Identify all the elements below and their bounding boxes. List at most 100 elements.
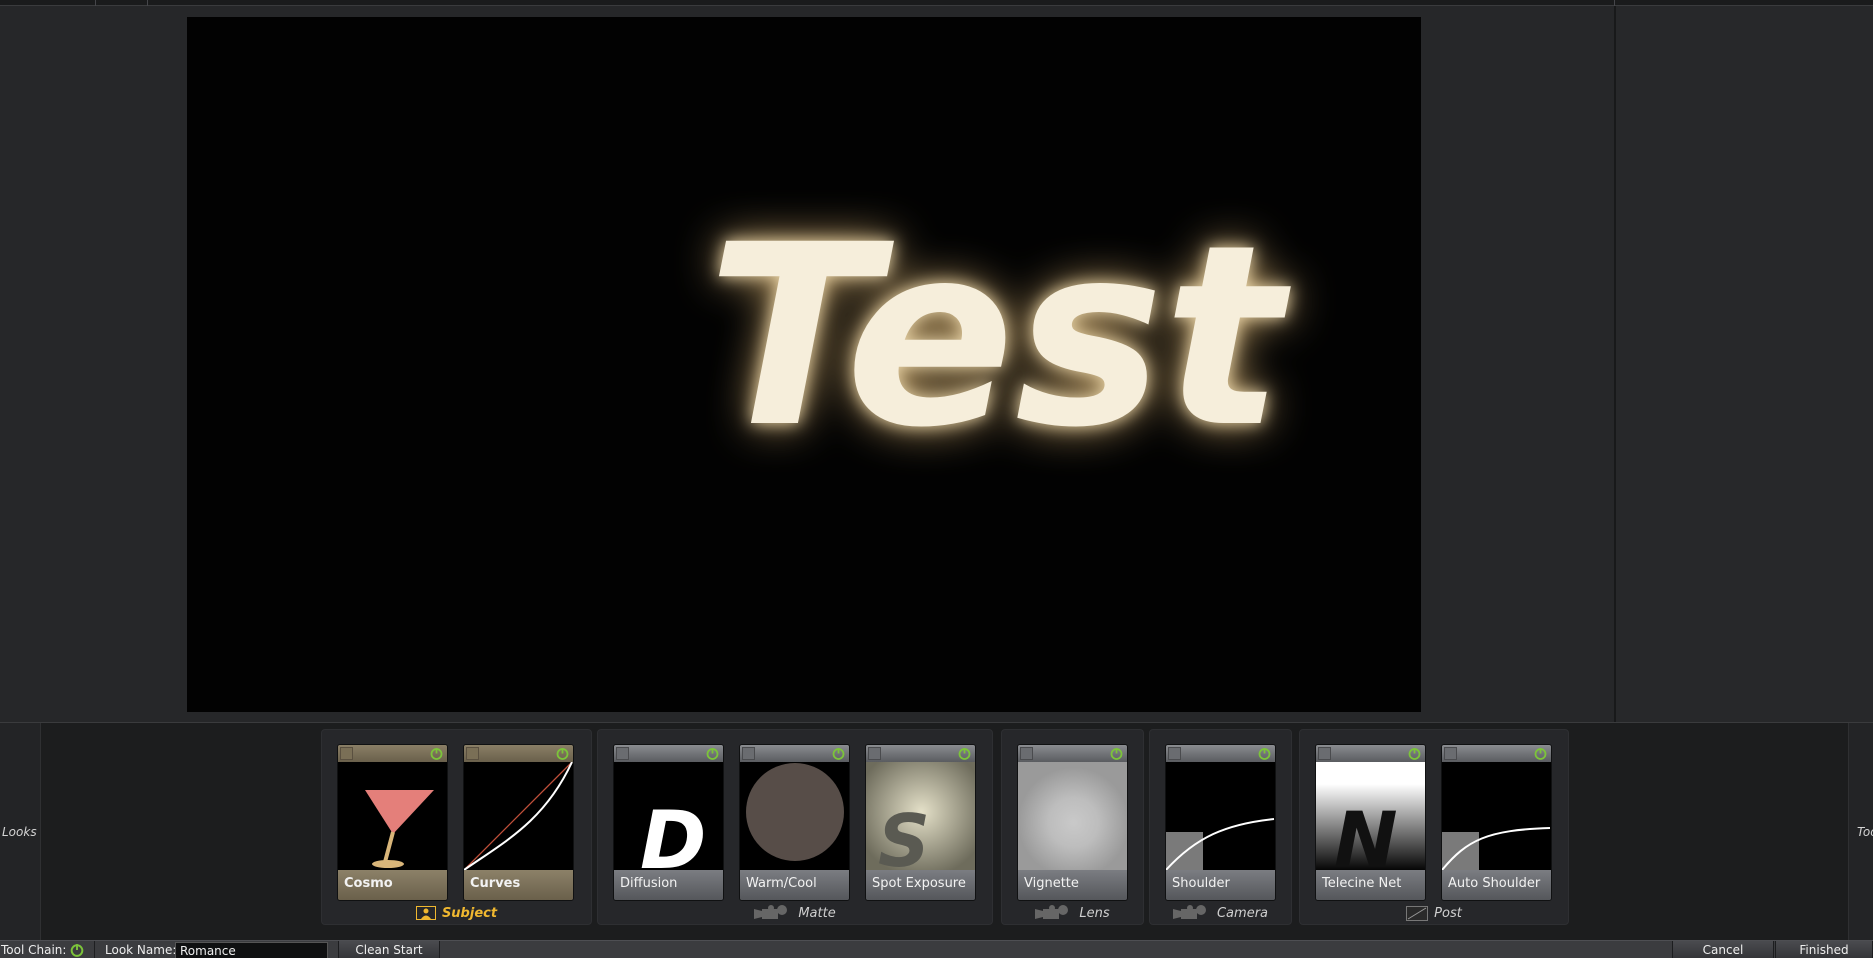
- card-header: [614, 745, 723, 762]
- finished-label: Finished: [1799, 943, 1849, 957]
- group-label-subject: Subject: [322, 904, 591, 922]
- group-title: Subject: [441, 905, 498, 921]
- tool-card-shoulder[interactable]: Shoulder: [1165, 744, 1276, 901]
- card-select-box[interactable]: [1318, 747, 1331, 760]
- clean-start-label: Clean Start: [355, 943, 423, 957]
- looks-tool-strip: Looks Tools Cosmo: [0, 722, 1873, 941]
- power-icon[interactable]: [1257, 746, 1272, 761]
- card-header: [866, 745, 975, 762]
- group-subject: Cosmo Curves Subject: [321, 729, 592, 925]
- cosmo-thumbnail: [338, 762, 447, 872]
- tool-card-diffusion[interactable]: D Diffusion: [613, 744, 724, 901]
- card-header: [464, 745, 573, 762]
- looks-tab-label: Looks: [2, 825, 37, 839]
- svg-text:N: N: [1334, 795, 1398, 872]
- tool-chain-label: Tool Chain:: [1, 941, 66, 958]
- preview-viewer: Test Test Test: [187, 17, 1421, 712]
- tool-card-warm-cool[interactable]: Warm/Cool: [739, 744, 850, 901]
- group-title: Matte: [798, 905, 836, 921]
- group-title: Lens: [1079, 905, 1110, 921]
- power-icon[interactable]: [1533, 746, 1548, 761]
- svg-text:D: D: [640, 794, 706, 872]
- tool-card-auto-shoulder[interactable]: Auto Shoulder: [1441, 744, 1552, 901]
- group-label-post: Post: [1300, 904, 1568, 922]
- card-label: Shoulder: [1166, 870, 1275, 900]
- group-label-lens: Lens: [1002, 904, 1143, 922]
- group-matte: D Diffusion Warm/Cool S Spot Exposure Ma…: [597, 729, 993, 925]
- power-icon[interactable]: [705, 746, 720, 761]
- tool-card-cosmo[interactable]: Cosmo: [337, 744, 448, 901]
- card-select-box[interactable]: [1020, 747, 1033, 760]
- card-select-box[interactable]: [868, 747, 881, 760]
- card-select-box[interactable]: [340, 747, 353, 760]
- tool-chain-power-icon[interactable]: [69, 942, 85, 958]
- card-label: Warm/Cool: [740, 870, 849, 900]
- card-select-box[interactable]: [1444, 747, 1457, 760]
- power-icon[interactable]: [831, 746, 846, 761]
- post-monitor-icon: [1406, 905, 1429, 921]
- card-select-box[interactable]: [1168, 747, 1181, 760]
- group-lens: Vignette Lens: [1001, 729, 1144, 925]
- look-name-text: Look Name:: [105, 943, 177, 957]
- card-header: [1316, 745, 1425, 762]
- card-label: Curves: [464, 870, 573, 900]
- tool-chain-text: Tool Chain:: [1, 943, 67, 957]
- subject-person-icon: [415, 906, 436, 920]
- preview-image: Test Test Test: [707, 191, 1292, 482]
- card-header: [1442, 745, 1551, 762]
- card-label: Auto Shoulder: [1442, 870, 1551, 900]
- viewer-area: Test Test Test: [0, 6, 1614, 722]
- card-header: [338, 745, 447, 762]
- card-select-box[interactable]: [616, 747, 629, 760]
- clean-start-button[interactable]: Clean Start: [338, 941, 440, 958]
- group-title: Camera: [1216, 905, 1269, 921]
- group-post: N Telecine Net Auto Shoulder Post: [1299, 729, 1569, 925]
- cancel-button[interactable]: Cancel: [1672, 941, 1774, 958]
- looks-app-window: Test Test Test Looks Tools: [0, 0, 1873, 958]
- svg-text:S: S: [878, 799, 930, 872]
- tools-tab[interactable]: Tools: [1848, 723, 1873, 941]
- card-header: [1166, 745, 1275, 762]
- card-header: [1018, 745, 1127, 762]
- card-select-box[interactable]: [742, 747, 755, 760]
- card-select-box[interactable]: [466, 747, 479, 760]
- cancel-label: Cancel: [1702, 943, 1744, 957]
- matte-camera-icon: [754, 905, 788, 919]
- camera-icon: [1172, 905, 1206, 919]
- card-label: Diffusion: [614, 870, 723, 900]
- finished-button[interactable]: Finished: [1775, 941, 1873, 958]
- power-icon[interactable]: [429, 746, 444, 761]
- tool-card-curves[interactable]: Curves: [463, 744, 574, 901]
- group-label-camera: Camera: [1150, 904, 1291, 922]
- tools-side-panel: [1614, 6, 1873, 722]
- spot-exposure-thumbnail: S: [866, 762, 975, 872]
- power-icon[interactable]: [957, 746, 972, 761]
- bottom-status-bar: Tool Chain: Look Name: Clean Start Cance…: [0, 940, 1873, 958]
- card-header: [740, 745, 849, 762]
- look-name-input[interactable]: [175, 942, 328, 958]
- diffusion-thumbnail: D: [614, 762, 723, 872]
- power-icon[interactable]: [1109, 746, 1124, 761]
- card-label: Cosmo: [338, 870, 447, 900]
- tool-card-vignette[interactable]: Vignette: [1017, 744, 1128, 901]
- tools-tab-label: Tools: [1857, 825, 1873, 839]
- curves-thumbnail: [464, 762, 573, 872]
- looks-tab[interactable]: Looks: [0, 723, 41, 941]
- group-label-matte: Matte: [598, 904, 992, 922]
- telecine-net-thumbnail: N: [1316, 762, 1425, 872]
- auto-shoulder-thumbnail: [1442, 762, 1551, 872]
- group-camera: Shoulder Camera: [1149, 729, 1292, 925]
- card-label: Spot Exposure: [866, 870, 975, 900]
- group-title: Post: [1434, 905, 1462, 921]
- lens-camera-icon: [1035, 905, 1069, 919]
- divider: [94, 941, 95, 958]
- power-icon[interactable]: [1407, 746, 1422, 761]
- tool-card-spot-exposure[interactable]: S Spot Exposure: [865, 744, 976, 901]
- card-label: Vignette: [1018, 870, 1127, 900]
- preview-text: Test: [707, 191, 1292, 482]
- look-name-label: Look Name:: [105, 941, 176, 958]
- tool-card-telecine-net[interactable]: N Telecine Net: [1315, 744, 1426, 901]
- power-icon[interactable]: [555, 746, 570, 761]
- vignette-thumbnail: [1018, 762, 1127, 872]
- card-label: Telecine Net: [1316, 870, 1425, 900]
